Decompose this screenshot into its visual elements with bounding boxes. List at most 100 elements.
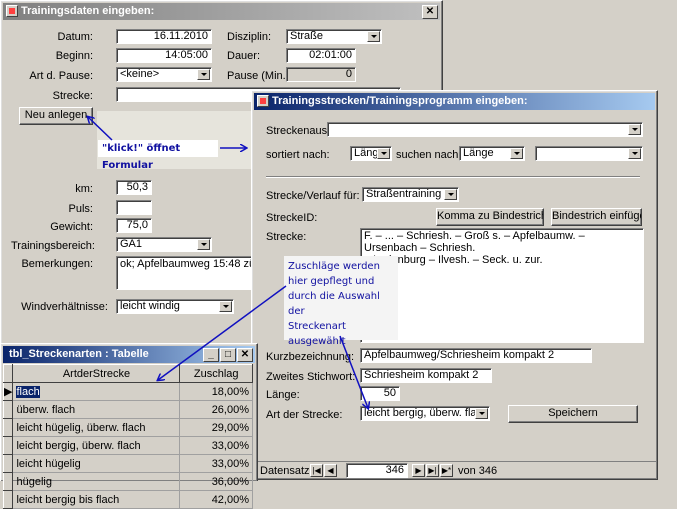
table-row[interactable]: ▶ flach 18,00% bbox=[2, 382, 253, 401]
klick-annotation: "klick!" öffnet Formular bbox=[98, 140, 218, 171]
table-row[interactable]: überw. flach 26,00% bbox=[2, 400, 253, 419]
close-icon[interactable]: ✕ bbox=[237, 348, 253, 362]
disziplin-select[interactable]: Straße bbox=[286, 29, 382, 44]
row-selector[interactable] bbox=[2, 472, 14, 491]
maximize-icon[interactable]: □ bbox=[220, 348, 236, 362]
record-number-field[interactable]: 346 bbox=[346, 463, 408, 478]
column-header-artderstrecke[interactable]: ArtderStrecke bbox=[12, 364, 181, 383]
streckenarten-table: ArtderStrecke Zuschlag ▶ flach 18,00% üb… bbox=[2, 364, 253, 509]
prev-record-icon[interactable]: ◀ bbox=[324, 464, 337, 477]
pause-art-value: <keine> bbox=[120, 68, 160, 80]
first-record-icon[interactable]: |◀ bbox=[310, 464, 323, 477]
kurzbezeichnung-field[interactable]: Apfelbaumweg/Schriesheim kompakt 2 bbox=[360, 348, 592, 363]
row-selector[interactable] bbox=[2, 436, 14, 455]
suchen-label: suchen nach: bbox=[396, 149, 462, 161]
table-cell[interactable]: leicht bergig, überw. flach bbox=[12, 436, 181, 455]
disziplin-value: Straße bbox=[290, 30, 324, 42]
table-cell[interactable]: hügelig bbox=[12, 472, 181, 491]
row-selector[interactable] bbox=[2, 400, 14, 419]
table-row[interactable]: hügelig 36,00% bbox=[2, 472, 253, 491]
sortiert-select[interactable]: Länge bbox=[350, 146, 392, 161]
strecke-label: Strecke: bbox=[266, 231, 307, 243]
gewicht-field[interactable]: 75,0 bbox=[116, 218, 152, 233]
table-cell[interactable]: 26,00% bbox=[179, 400, 253, 419]
beginn-field[interactable]: 14:05:00 bbox=[116, 48, 212, 63]
next-record-icon[interactable]: ▶ bbox=[412, 464, 425, 477]
chevron-down-icon[interactable] bbox=[197, 239, 210, 250]
trainingsbereich-label: Trainingsbereich: bbox=[11, 240, 95, 252]
disziplin-label: Disziplin: bbox=[227, 31, 272, 43]
suchen-text-select[interactable] bbox=[535, 146, 643, 161]
chevron-down-icon[interactable] bbox=[510, 148, 523, 159]
chevron-down-icon[interactable] bbox=[367, 31, 380, 42]
verlauf-select[interactable]: Straßentraining bbox=[362, 187, 459, 202]
streckenausw-select[interactable] bbox=[327, 122, 643, 137]
table-cell[interactable]: leicht hügelig, überw. flach bbox=[12, 418, 181, 437]
table-header-row: ArtderStrecke Zuschlag bbox=[2, 364, 253, 383]
table-cell[interactable]: 36,00% bbox=[179, 472, 253, 491]
row-selector[interactable] bbox=[2, 454, 14, 473]
last-record-icon[interactable]: ▶| bbox=[426, 464, 439, 477]
bindestrich-einfuegen-button[interactable]: Bindestrich einfügen bbox=[551, 208, 642, 226]
form-icon bbox=[257, 95, 269, 107]
table-cell[interactable]: leicht hügelig bbox=[12, 454, 181, 473]
table-cell[interactable]: flach bbox=[12, 382, 181, 401]
chevron-down-icon[interactable] bbox=[197, 69, 210, 80]
row-selector-header bbox=[2, 364, 14, 383]
zuschlag-line-2: hier gepflegt und bbox=[288, 276, 375, 287]
table-cell[interactable]: 18,00% bbox=[179, 382, 253, 401]
streckeid-label: StreckeID: bbox=[266, 212, 318, 224]
record-count: von 346 bbox=[458, 465, 498, 477]
table-cell[interactable]: 29,00% bbox=[179, 418, 253, 437]
table-row[interactable]: leicht bergig bis flach 42,00% bbox=[2, 490, 253, 509]
neu-anlegen-button[interactable]: Neu anlegen bbox=[19, 107, 93, 125]
speichern-button[interactable]: Speichern bbox=[508, 405, 638, 423]
suchen-select[interactable]: Länge bbox=[459, 146, 525, 161]
chevron-down-icon[interactable] bbox=[628, 148, 641, 159]
minimize-icon[interactable]: _ bbox=[203, 348, 219, 362]
chevron-down-icon[interactable] bbox=[628, 124, 641, 135]
column-header-zuschlag[interactable]: Zuschlag bbox=[179, 364, 253, 383]
row-selector[interactable] bbox=[2, 418, 14, 437]
table-cell[interactable]: 42,00% bbox=[179, 490, 253, 509]
chevron-down-icon[interactable] bbox=[219, 301, 232, 312]
strecke-memo[interactable]: F. – ... – Schriesh. – Groß s. – Apfelba… bbox=[360, 228, 644, 343]
close-icon[interactable]: ✕ bbox=[422, 5, 438, 19]
table-cell[interactable]: 33,00% bbox=[179, 454, 253, 473]
table-cell[interactable]: leicht bergig bis flach bbox=[12, 490, 181, 509]
record-navigator: Datensatz: |◀ ◀ 346 ▶ ▶| ▶* von 346 bbox=[252, 461, 656, 479]
trainingsbereich-select[interactable]: GA1 bbox=[116, 237, 212, 252]
trainingsdaten-titlebar[interactable]: Trainingsdaten eingeben: ✕ bbox=[3, 3, 440, 20]
table-row[interactable]: leicht hügelig 33,00% bbox=[2, 454, 253, 473]
chevron-down-icon[interactable] bbox=[475, 408, 488, 419]
selected-cell-text: flach bbox=[16, 385, 40, 398]
new-record-icon[interactable]: ▶* bbox=[440, 464, 453, 477]
puls-field[interactable] bbox=[116, 200, 152, 215]
laenge-field[interactable]: 50 bbox=[360, 386, 400, 401]
art-der-strecke-select[interactable]: leicht bergig, überw. flach bbox=[360, 406, 490, 421]
zweites-stichwort-field[interactable]: Schriesheim kompakt 2 bbox=[360, 368, 492, 383]
dauer-field[interactable]: 02:01:00 bbox=[286, 48, 356, 63]
km-field[interactable]: 50,3 bbox=[116, 180, 152, 195]
streckenarten-titlebar[interactable]: tbl_Streckenarten : Tabelle _ □ ✕ bbox=[3, 346, 255, 363]
current-row-indicator[interactable]: ▶ bbox=[2, 382, 14, 401]
zuschlag-line-4: Streckenart bbox=[288, 321, 346, 332]
pause-min-field[interactable]: 0 bbox=[286, 67, 356, 82]
zuschlag-line-3: durch die Auswahl der bbox=[288, 291, 380, 317]
row-selector[interactable] bbox=[2, 490, 14, 509]
zuschlag-line-5: ausgewählt bbox=[288, 336, 346, 347]
pause-art-select[interactable]: <keine> bbox=[116, 67, 212, 82]
table-cell[interactable]: 33,00% bbox=[179, 436, 253, 455]
wind-select[interactable]: leicht windig bbox=[116, 299, 234, 314]
chevron-down-icon[interactable] bbox=[444, 189, 457, 200]
verlauf-value: Straßentraining bbox=[366, 188, 442, 200]
trainingsstrecken-titlebar[interactable]: Trainingsstrecken/Trainingsprogramm eing… bbox=[254, 93, 655, 110]
datum-field[interactable]: 16.11.2010 bbox=[116, 29, 212, 44]
komma-zu-bindestrich-button[interactable]: Komma zu Bindestrich bbox=[436, 208, 544, 226]
chevron-down-icon[interactable] bbox=[377, 148, 390, 159]
table-row[interactable]: leicht bergig, überw. flach 33,00% bbox=[2, 436, 253, 455]
table-row[interactable]: leicht hügelig, überw. flach 29,00% bbox=[2, 418, 253, 437]
km-label: km: bbox=[75, 183, 93, 195]
table-cell[interactable]: überw. flach bbox=[12, 400, 181, 419]
kurzbezeichnung-label: Kurzbezeichnung: bbox=[266, 351, 355, 363]
